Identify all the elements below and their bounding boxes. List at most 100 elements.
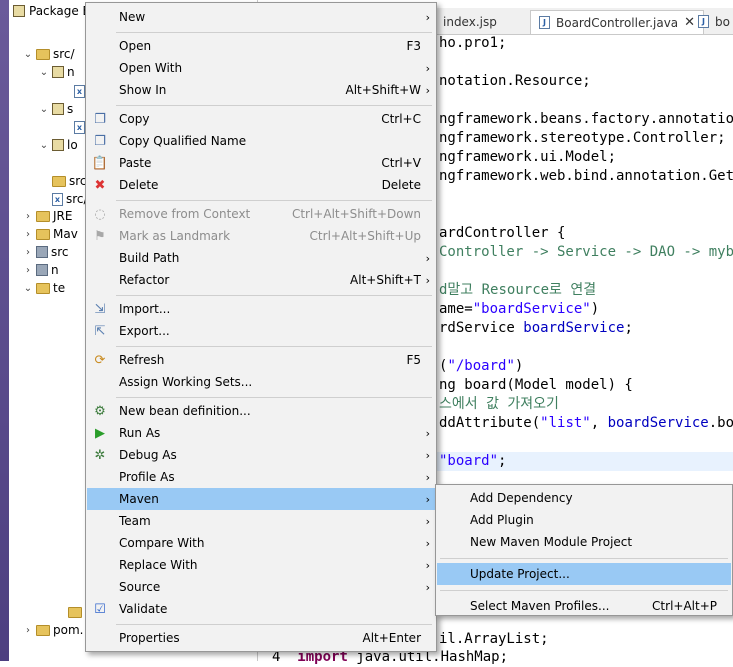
code-line: ngframework.stereotype.Controller; bbox=[439, 129, 733, 148]
menu-item-add-plugin[interactable]: Add Plugin bbox=[437, 509, 731, 531]
menu-item-show-in[interactable]: Show In Alt+Shift+W › bbox=[87, 79, 435, 101]
menu-item-paste[interactable]: 📋 Paste Ctrl+V bbox=[87, 152, 435, 174]
tree-item-label: lo bbox=[67, 138, 78, 152]
folder-icon bbox=[36, 624, 50, 636]
menu-item-import[interactable]: ⇲ Import... bbox=[87, 298, 435, 320]
package-icon bbox=[52, 139, 64, 151]
menu-item-label: Update Project... bbox=[470, 567, 570, 581]
menu-item-open[interactable]: Open F3 bbox=[87, 35, 435, 57]
tree-item-label: n bbox=[51, 263, 59, 277]
menu-item-update-project[interactable]: Update Project... bbox=[437, 563, 731, 585]
menu-item-label: Export... bbox=[119, 324, 170, 338]
menu-item-debug-as[interactable]: ✲ Debug As › bbox=[87, 444, 435, 466]
menu-item-refresh[interactable]: ⟳ Refresh F5 bbox=[87, 349, 435, 371]
menu-item-label: Debug As bbox=[119, 448, 177, 462]
export-icon: ⇱ bbox=[94, 323, 106, 339]
expand-chevron-icon[interactable]: › bbox=[23, 211, 33, 222]
code-token: ngframework.web.bind.annotation.GetMa bbox=[439, 168, 733, 184]
menu-separator bbox=[116, 345, 432, 347]
tab-label: index.jsp bbox=[443, 14, 497, 29]
code-token: notation.Resource; bbox=[439, 73, 591, 89]
expand-chevron-icon[interactable]: ⌄ bbox=[39, 140, 49, 151]
menu-item-label: Add Dependency bbox=[470, 491, 573, 505]
code-line: ngframework.ui.Model; bbox=[439, 148, 733, 167]
menu-item-run-as[interactable]: ▶ Run As › bbox=[87, 422, 435, 444]
submenu-arrow-icon: › bbox=[425, 10, 430, 24]
code-token: Controller -> Service -> DAO -> mybat bbox=[439, 244, 733, 260]
expand-chevron-icon[interactable]: › bbox=[23, 625, 33, 636]
expand-chevron-icon[interactable]: › bbox=[23, 247, 33, 258]
menu-item-profile-as[interactable]: Profile As › bbox=[87, 466, 435, 488]
menu-item-label: Refresh bbox=[119, 353, 165, 367]
submenu-arrow-icon: › bbox=[425, 83, 430, 97]
menu-item-shortcut: Alt+Shift+W bbox=[345, 83, 422, 97]
tree-item[interactable]: › n bbox=[23, 261, 59, 279]
tree-item[interactable]: src/ bbox=[39, 172, 91, 190]
menu-item-add-dependency[interactable]: Add Dependency bbox=[437, 487, 731, 509]
expand-chevron-icon[interactable]: › bbox=[23, 265, 33, 276]
context-menu: New › Open F3 Open With › Show In Alt+Shift+W › ❐… bbox=[85, 2, 437, 652]
menu-item-copy-qualified-name[interactable]: ❐ Copy Qualified Name bbox=[87, 130, 435, 152]
tree-item[interactable]: › src bbox=[23, 243, 69, 261]
menu-item-replace-with[interactable]: Replace With › bbox=[87, 554, 435, 576]
package-explorer-tab[interactable]: Package E bbox=[9, 0, 93, 22]
menu-item-new-maven-module-project[interactable]: New Maven Module Project bbox=[437, 531, 731, 553]
tree-item[interactable]: › pom. bbox=[23, 621, 83, 639]
menu-item-compare-with[interactable]: Compare With › bbox=[87, 532, 435, 554]
code-token: ddAttribute( bbox=[439, 415, 541, 431]
menu-item-refactor[interactable]: Refactor Alt+Shift+T › bbox=[87, 269, 435, 291]
expand-chevron-icon[interactable]: › bbox=[23, 229, 33, 240]
menu-item-build-path[interactable]: Build Path › bbox=[87, 247, 435, 269]
menu-item-select-maven-profiles[interactable]: Select Maven Profiles... Ctrl+Alt+P bbox=[437, 595, 731, 617]
menu-item-open-with[interactable]: Open With › bbox=[87, 57, 435, 79]
menu-item-delete[interactable]: ✖ Delete Delete bbox=[87, 174, 435, 196]
code-line: ddAttribute("list", boardService.boar bbox=[439, 414, 733, 433]
tree-item[interactable]: ⌄ te bbox=[23, 279, 65, 297]
menu-item-team[interactable]: Team › bbox=[87, 510, 435, 532]
expand-chevron-icon[interactable]: ⌄ bbox=[39, 67, 49, 78]
java-file-icon: J bbox=[698, 15, 709, 28]
menu-item-label: New bean definition... bbox=[119, 404, 251, 418]
menu-item-new-bean-definition[interactable]: ⚙ New bean definition... bbox=[87, 400, 435, 422]
menu-item-shortcut: Delete bbox=[381, 178, 421, 192]
menu-item-label: Copy Qualified Name bbox=[119, 134, 247, 148]
menu-item-remove-from-context: ◌ Remove from Context Ctrl+Alt+Shift+Down bbox=[87, 203, 435, 225]
menu-item-assign-working-sets[interactable]: Assign Working Sets... bbox=[87, 371, 435, 393]
code-token: il.ArrayList; bbox=[439, 631, 549, 647]
menu-item-maven[interactable]: Maven › bbox=[87, 488, 435, 510]
expand-chevron-icon[interactable]: ⌄ bbox=[23, 49, 33, 60]
code-line: ngframework.beans.factory.annotation. bbox=[439, 110, 733, 129]
expand-chevron-icon[interactable]: ⌄ bbox=[23, 283, 33, 294]
tree-item[interactable]: › Mav bbox=[23, 225, 78, 243]
tree-item[interactable]: ⌄ src/ bbox=[23, 45, 75, 63]
tree-item-label: Mav bbox=[53, 227, 78, 241]
code-token: rdService bbox=[439, 320, 524, 336]
maven-submenu: Add Dependency Add Plugin New Maven Module… bbox=[435, 484, 733, 616]
code-token: 스에서 값 가져오기 bbox=[439, 396, 559, 412]
menu-item-label: Delete bbox=[119, 178, 159, 192]
menu-item-copy[interactable]: ❐ Copy Ctrl+C bbox=[87, 108, 435, 130]
menu-item-label: Mark as Landmark bbox=[119, 229, 231, 243]
submenu-arrow-icon: › bbox=[425, 426, 430, 440]
tree-item-label: src bbox=[51, 245, 69, 259]
menu-item-validate[interactable]: ☑ Validate bbox=[87, 598, 435, 620]
tree-item[interactable]: › JRE bbox=[23, 207, 72, 225]
menu-item-properties[interactable]: Properties Alt+Enter bbox=[87, 627, 435, 649]
menu-item-new[interactable]: New › bbox=[87, 6, 435, 28]
run-icon: ▶ bbox=[95, 425, 105, 441]
expand-chevron-icon[interactable]: ⌄ bbox=[39, 104, 49, 115]
tab-boardcontroller-java[interactable]: J BoardController.java ✕ bbox=[530, 10, 705, 34]
code-token: ho.pro1; bbox=[439, 35, 507, 51]
tree-item[interactable]: ⌄ s bbox=[39, 100, 73, 118]
menu-item-export[interactable]: ⇱ Export... bbox=[87, 320, 435, 342]
tree-item[interactable]: ⌄ lo bbox=[39, 136, 78, 154]
tree-item[interactable]: x src/ bbox=[39, 190, 88, 208]
menu-item-source[interactable]: Source › bbox=[87, 576, 435, 598]
code-line: ng board(Model model) { bbox=[439, 376, 733, 395]
menu-separator bbox=[116, 31, 432, 33]
tree-item-label: JRE bbox=[53, 209, 73, 223]
tree-item[interactable]: ⌄ n bbox=[39, 63, 75, 81]
code-token: ) bbox=[514, 358, 524, 374]
tab-bo[interactable]: J bo bbox=[690, 10, 733, 33]
